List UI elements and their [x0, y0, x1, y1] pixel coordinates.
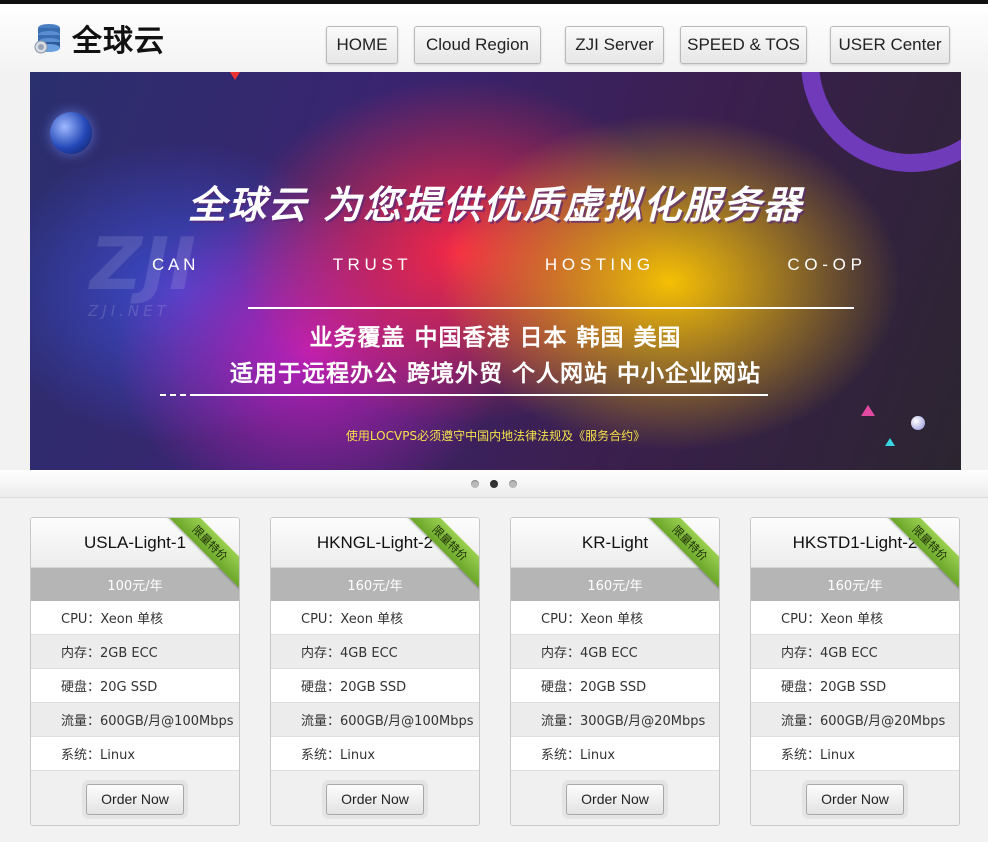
slider-dot[interactable] [471, 479, 479, 488]
banner-divider-dash [830, 307, 854, 309]
order-now-button[interactable]: Order Now [86, 783, 184, 815]
plan-card: USLA-Light-1 100元/年 CPU：Xeon 单核 内存：2GB E… [30, 517, 240, 826]
nav-home[interactable]: HOME [326, 26, 398, 64]
triangle-decoration [861, 405, 875, 416]
promo-ribbon-label: 限量特价 [645, 518, 719, 590]
plan-spec-memory: 内存：4GB ECC [271, 635, 479, 669]
plan-spec-disk: 硬盘：20GB SSD [751, 669, 959, 703]
plan-spec-disk: 硬盘：20G SSD [31, 669, 239, 703]
database-icon [34, 24, 60, 54]
plan-spec-cpu: CPU：Xeon 单核 [511, 601, 719, 635]
banner-legal-notice[interactable]: 使用LOCVPS必须遵守中国内地法律法规及《服务合约》 [30, 427, 961, 444]
promo-ribbon-label: 限量特价 [885, 518, 959, 590]
plan-spec-os: 系统：Linux [31, 737, 239, 771]
plan-spec-disk: 硬盘：20GB SSD [271, 669, 479, 703]
plan-spec-os: 系统：Linux [751, 737, 959, 771]
order-now-button[interactable]: Order Now [326, 783, 424, 815]
site-header: 全球云 HOME Cloud Region ZJI Server SPEED &… [0, 0, 988, 72]
plan-spec-memory: 内存：4GB ECC [751, 635, 959, 669]
plan-spec-os: 系统：Linux [271, 737, 479, 771]
plan-footer: Order Now [751, 771, 959, 825]
banner-tagline: C A N T R U S T H O S T I N G C O - O P [152, 255, 862, 275]
plan-spec-cpu: CPU：Xeon 单核 [751, 601, 959, 635]
site-logo[interactable]: 全球云 [32, 18, 165, 59]
triangle-decoration [885, 438, 895, 446]
order-now-button[interactable]: Order Now [566, 783, 664, 815]
tagline-word: C O - O P [787, 255, 862, 274]
hero-banner[interactable]: ZJI ZJI.NET 全球云 为您提供优质虚拟化服务器 C A N T R U… [30, 72, 961, 470]
plan-card: HKNGL-Light-2 160元/年 CPU：Xeon 单核 内存：4GB … [270, 517, 480, 826]
banner-title: 全球云 为您提供优质虚拟化服务器 [187, 183, 804, 227]
promo-ribbon: 限量特价 [405, 518, 479, 592]
tagline-word: C A N [152, 255, 196, 274]
promo-ribbon: 限量特价 [645, 518, 719, 592]
plan-spec-os: 系统：Linux [511, 737, 719, 771]
plan-spec-memory: 内存：2GB ECC [31, 635, 239, 669]
plan-spec-cpu: CPU：Xeon 单核 [31, 601, 239, 635]
plan-spec-disk: 硬盘：20GB SSD [511, 669, 719, 703]
plan-spec-traffic: 流量：600GB/月@20Mbps [751, 703, 959, 737]
nav-user-center[interactable]: USER Center [830, 26, 950, 64]
tagline-word: H O S T I N G [544, 255, 651, 274]
plan-spec-memory: 内存：4GB ECC [511, 635, 719, 669]
banner-divider-dash [160, 394, 186, 396]
promo-ribbon-label: 限量特价 [405, 518, 479, 590]
plan-footer: Order Now [31, 771, 239, 825]
plan-spec-traffic: 流量：600GB/月@100Mbps [271, 703, 479, 737]
plan-card: HKSTD1-Light-2 160元/年 CPU：Xeon 单核 内存：4GB… [750, 517, 960, 826]
slider-dot-active[interactable] [490, 479, 498, 488]
promo-ribbon-label: 限量特价 [165, 518, 239, 590]
nav-speed-tos[interactable]: SPEED & TOS [680, 26, 807, 64]
globe-icon [50, 112, 92, 154]
plan-spec-cpu: CPU：Xeon 单核 [271, 601, 479, 635]
logo-text: 全球云 [72, 24, 165, 59]
plan-spec-traffic: 流量：600GB/月@100Mbps [31, 703, 239, 737]
banner-divider [248, 307, 853, 309]
banner-divider [190, 394, 768, 396]
banner-usage: 适用于远程办公 跨境外贸 个人网站 中小企业网站 [229, 361, 762, 387]
order-now-button[interactable]: Order Now [806, 783, 904, 815]
plan-card: KR-Light 160元/年 CPU：Xeon 单核 内存：4GB ECC 硬… [510, 517, 720, 826]
promo-ribbon: 限量特价 [885, 518, 959, 592]
triangle-decoration [230, 72, 240, 80]
plan-footer: Order Now [511, 771, 719, 825]
tagline-word: T R U S T [332, 255, 408, 274]
nav-zji-server[interactable]: ZJI Server [565, 26, 664, 64]
slider-dot[interactable] [509, 479, 517, 488]
decorative-ring [801, 72, 961, 172]
plan-spec-traffic: 流量：300GB/月@20Mbps [511, 703, 719, 737]
nav-cloud-region[interactable]: Cloud Region [414, 26, 541, 64]
ball-decoration [911, 416, 925, 430]
banner-coverage: 业务覆盖 中国香港 日本 韩国 美国 [309, 325, 682, 351]
promo-ribbon: 限量特价 [165, 518, 239, 592]
slider-pagination [0, 470, 988, 498]
plan-footer: Order Now [271, 771, 479, 825]
